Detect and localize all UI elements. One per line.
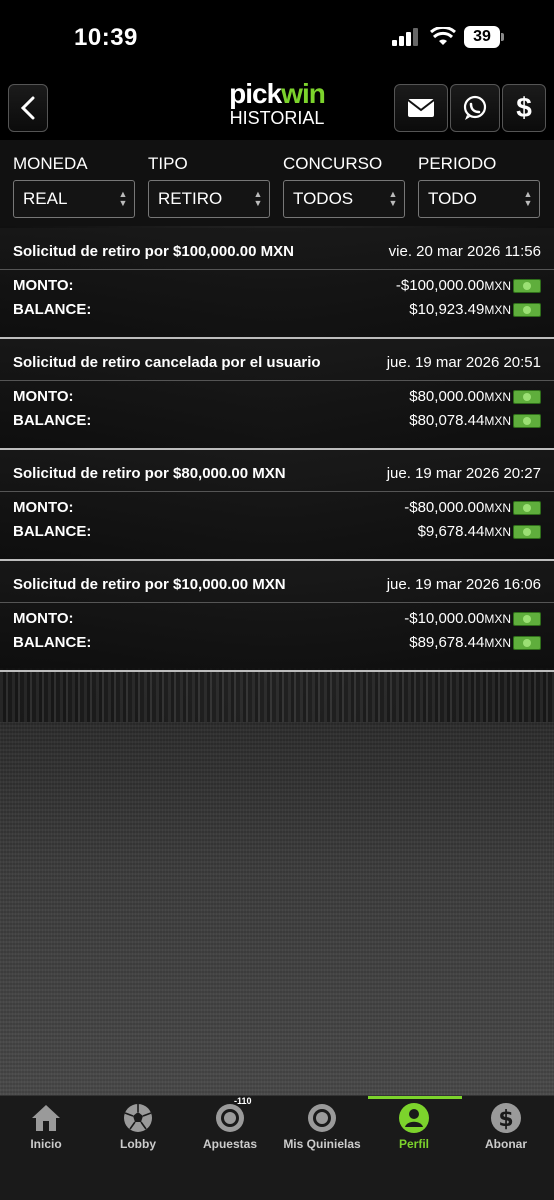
chevron-left-icon (20, 96, 35, 120)
nav-abonar[interactable]: $ Abonar (460, 1102, 552, 1151)
status-bar: 10:39 39 (0, 0, 554, 76)
battery-level: 39 (464, 26, 500, 48)
transaction-item[interactable]: Solicitud de retiro por $80,000.00 MXN j… (0, 450, 554, 561)
nav-perfil[interactable]: Perfil (368, 1102, 460, 1151)
pickwin-logo: pickwin (229, 78, 326, 109)
balance-value: $10,923.49MXN (409, 301, 511, 318)
select-chevron-icon: ▲ ▼ (118, 189, 128, 208)
filter-tipo: TIPO RETIRO ▲ ▼ (148, 154, 270, 218)
monto-label: MONTO: (13, 610, 74, 627)
apuestas-badge: -110 (234, 1096, 252, 1106)
tipo-select[interactable]: RETIRO ▲ ▼ (148, 180, 270, 218)
transaction-title: Solicitud de retiro cancelada por el usu… (13, 354, 321, 371)
money-bill-icon (513, 303, 541, 317)
monto-label: MONTO: (13, 388, 74, 405)
transaction-date: jue. 19 mar 2026 20:51 (386, 354, 541, 371)
nav-inicio[interactable]: Inicio (0, 1102, 92, 1151)
home-icon (30, 1102, 62, 1134)
nav-label: Apuestas (202, 1137, 258, 1151)
grass-background (0, 722, 554, 1095)
whatsapp-button[interactable] (450, 84, 500, 132)
whatsapp-icon (463, 95, 487, 120)
monto-value: $80,000.00MXN (409, 388, 511, 405)
mail-button[interactable] (394, 84, 448, 132)
money-bill-icon (513, 279, 541, 293)
back-button[interactable] (8, 84, 48, 132)
bottom-nav: Inicio Lobby -110 Apuestas Mis Quinielas… (0, 1095, 554, 1200)
transaction-title: Solicitud de retiro por $10,000.00 MXN (13, 576, 286, 593)
envelope-icon (407, 99, 435, 117)
nav-label: Inicio (30, 1137, 62, 1151)
balance-value: $80,078.44MXN (409, 412, 511, 429)
balance-label: BALANCE: (13, 301, 92, 318)
dollar-button[interactable]: $ (502, 84, 546, 132)
balance-value: $9,678.44MXN (417, 523, 511, 540)
user-icon (398, 1102, 430, 1134)
nav-label: Mis Quinielas (283, 1137, 361, 1151)
select-chevron-icon: ▲ ▼ (523, 189, 533, 208)
monto-label: MONTO: (13, 499, 74, 516)
filter-label: TIPO (148, 154, 188, 173)
monto-label: MONTO: (13, 277, 74, 294)
money-bill-icon (513, 612, 541, 626)
transaction-list: Solicitud de retiro por $100,000.00 MXN … (0, 228, 554, 672)
page-title: HISTORIAL (229, 108, 325, 128)
transaction-item[interactable]: Solicitud de retiro por $100,000.00 MXN … (0, 228, 554, 339)
battery-icon: 39 (464, 26, 504, 48)
active-tab-indicator (368, 1096, 462, 1099)
transaction-item[interactable]: Solicitud de retiro por $10,000.00 MXN j… (0, 561, 554, 672)
status-time: 10:39 (74, 24, 138, 51)
money-bill-icon (513, 390, 541, 404)
filters-bar: MONEDA REAL ▲ ▼ TIPO RETIRO ▲ ▼ CONCURSO T… (0, 140, 554, 226)
svg-text:$: $ (498, 1107, 513, 1132)
app-header: pickwin HISTORIAL $ (0, 76, 554, 140)
target-icon (306, 1102, 338, 1134)
monto-value: -$10,000.00MXN (404, 610, 511, 627)
balance-value: $89,678.44MXN (409, 634, 511, 651)
transaction-date: vie. 20 mar 2026 11:56 (388, 243, 541, 260)
filter-label: PERIODO (418, 154, 497, 173)
filter-concurso: CONCURSO TODOS ▲ ▼ (283, 154, 405, 218)
monto-value: -$80,000.00MXN (404, 499, 511, 516)
transaction-item[interactable]: Solicitud de retiro cancelada por el usu… (0, 339, 554, 450)
transaction-date: jue. 19 mar 2026 16:06 (386, 576, 541, 593)
nav-label: Abonar (485, 1137, 527, 1151)
wifi-icon (430, 27, 456, 45)
nav-label: Perfil (398, 1137, 429, 1151)
select-chevron-icon: ▲ ▼ (388, 189, 398, 208)
cell-signal-icon (392, 28, 422, 46)
crowd-background (0, 668, 554, 724)
filter-periodo: PERIODO TODO ▲ ▼ (418, 154, 540, 218)
filter-label: MONEDA (13, 154, 88, 173)
nav-apuestas[interactable]: -110 Apuestas (184, 1096, 276, 1151)
balance-label: BALANCE: (13, 412, 92, 429)
money-bill-icon (513, 525, 541, 539)
balance-label: BALANCE: (13, 634, 92, 651)
money-bill-icon (513, 636, 541, 650)
transaction-date: jue. 19 mar 2026 20:27 (386, 465, 541, 482)
moneda-select[interactable]: REAL ▲ ▼ (13, 180, 135, 218)
transaction-title: Solicitud de retiro por $80,000.00 MXN (13, 465, 286, 482)
nav-mis-quinielas[interactable]: Mis Quinielas (276, 1102, 368, 1151)
filter-label: CONCURSO (283, 154, 383, 173)
filter-moneda: MONEDA REAL ▲ ▼ (13, 154, 135, 218)
transaction-title: Solicitud de retiro por $100,000.00 MXN (13, 243, 294, 260)
concurso-select[interactable]: TODOS ▲ ▼ (283, 180, 405, 218)
monto-value: -$100,000.00MXN (395, 277, 511, 294)
money-bill-icon (513, 501, 541, 515)
periodo-select[interactable]: TODO ▲ ▼ (418, 180, 540, 218)
dollar-icon: $ (490, 1102, 522, 1134)
select-chevron-icon: ▲ ▼ (253, 189, 263, 208)
soccer-ball-icon (122, 1102, 154, 1134)
nav-lobby[interactable]: Lobby (92, 1102, 184, 1151)
balance-label: BALANCE: (13, 523, 92, 540)
target-icon: -110 (214, 1096, 252, 1134)
money-bill-icon (513, 414, 541, 428)
nav-label: Lobby (120, 1137, 156, 1151)
dollar-icon: $ (516, 92, 532, 123)
